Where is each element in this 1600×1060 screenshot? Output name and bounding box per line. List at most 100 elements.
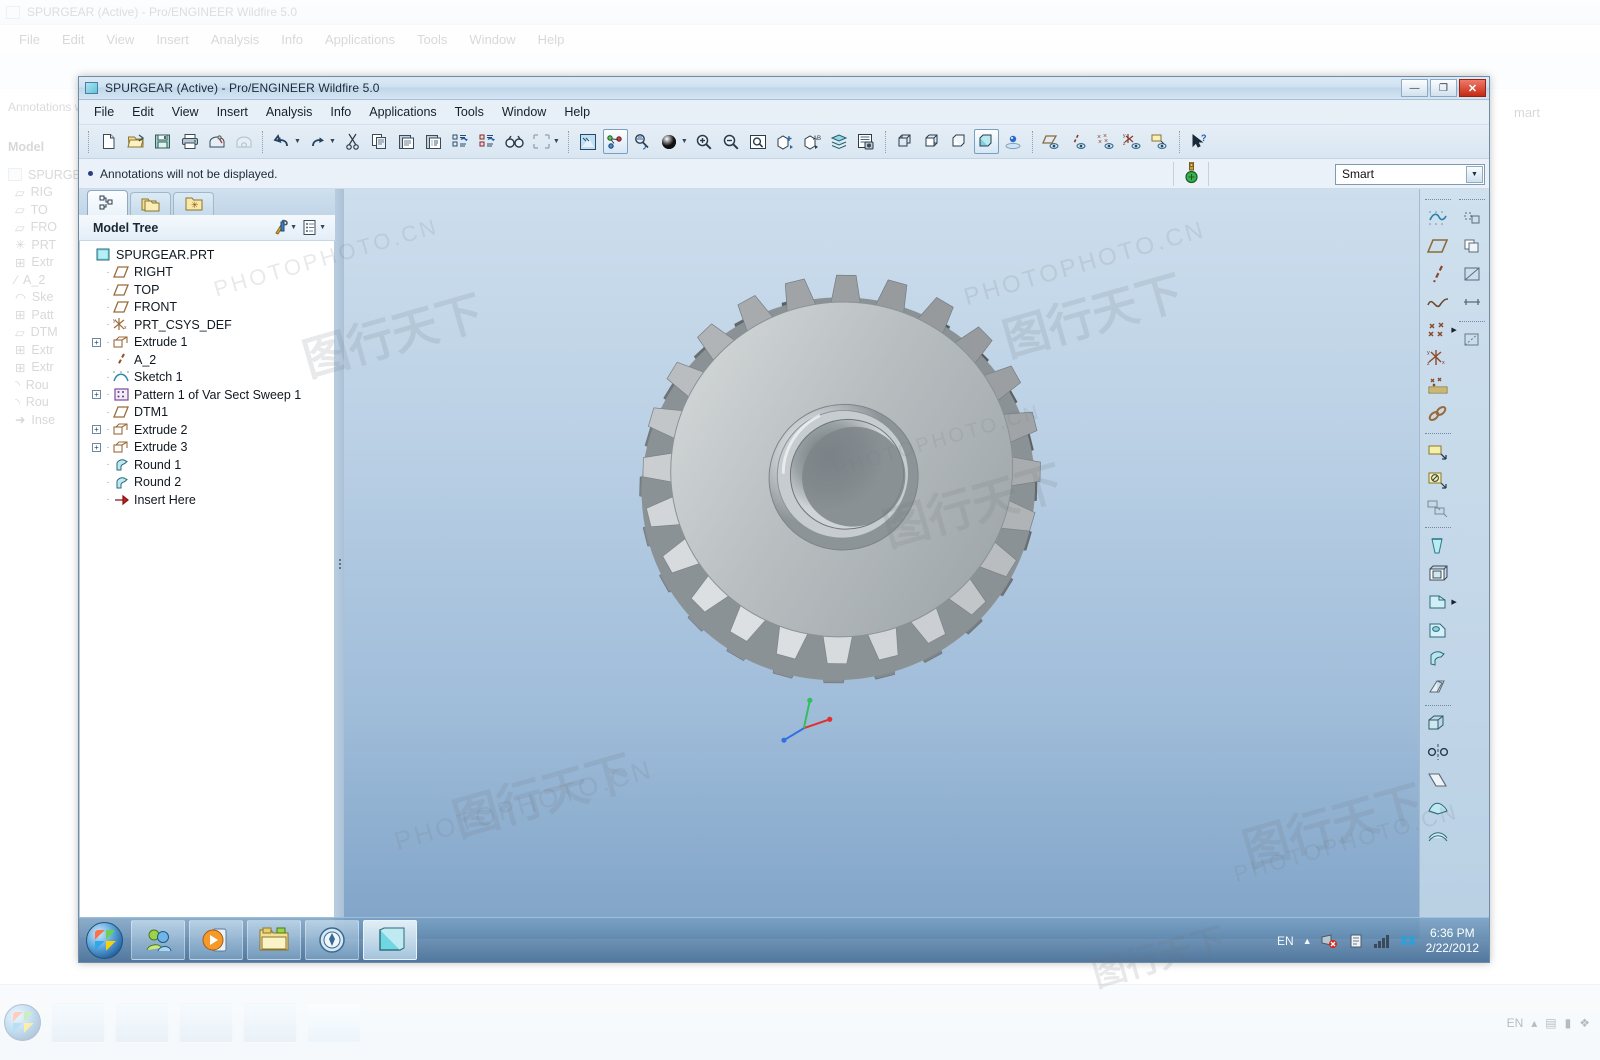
- copy-icon[interactable]: [367, 129, 392, 154]
- datum-point-icon[interactable]: ▶: [1425, 317, 1457, 343]
- menu-view[interactable]: View: [163, 102, 208, 122]
- regenerate-manual-icon[interactable]: [475, 129, 500, 154]
- menu-window[interactable]: Window: [493, 102, 555, 122]
- tab-model-tree[interactable]: [87, 190, 128, 215]
- datum-curve-icon[interactable]: [1425, 289, 1451, 315]
- help-context-icon[interactable]: ?: [1187, 129, 1212, 154]
- datum-csys-icon[interactable]: yz x: [1425, 345, 1451, 371]
- display-shading-icon[interactable]: [973, 129, 999, 154]
- taskbar-item-proengineer[interactable]: [363, 920, 417, 960]
- menu-info[interactable]: Info: [321, 102, 360, 122]
- menu-help[interactable]: Help: [555, 102, 599, 122]
- merge-icon[interactable]: [1425, 795, 1451, 821]
- paste-special-icon[interactable]: [421, 129, 446, 154]
- send-mail-icon[interactable]: [204, 129, 229, 154]
- tree-filters-icon[interactable]: [273, 219, 290, 236]
- datum-plane-display-icon[interactable]: [1040, 129, 1065, 154]
- send-link-icon[interactable]: [231, 129, 256, 154]
- tree-item-insert-here[interactable]: · Insert Here: [84, 491, 334, 509]
- display-no-hidden-icon[interactable]: [947, 129, 972, 154]
- chevron-right-icon[interactable]: ▶: [1451, 598, 1456, 606]
- section-icon[interactable]: [1459, 261, 1485, 287]
- datum-axis-icon[interactable]: [1425, 261, 1451, 287]
- find-icon[interactable]: [502, 129, 527, 154]
- tree-item-spurgear-prt[interactable]: SPURGEAR.PRT: [84, 246, 334, 264]
- desktop-tray-network-icon[interactable]: ▤: [1545, 1016, 1556, 1030]
- extrude-icon[interactable]: [1425, 439, 1451, 465]
- menu-tools[interactable]: Tools: [446, 102, 493, 122]
- zoom-out-icon[interactable]: [719, 129, 744, 154]
- repaint-icon[interactable]: [746, 129, 771, 154]
- spur-gear-3d-model[interactable]: [344, 189, 1419, 939]
- expand-toggle-icon[interactable]: +: [92, 337, 101, 347]
- taskbar-item-explorer[interactable]: [247, 920, 301, 960]
- chevron-right-icon[interactable]: ▶: [1451, 326, 1456, 334]
- redo-caret-icon[interactable]: ▼: [329, 138, 336, 145]
- sketch-icon[interactable]: [1425, 205, 1451, 231]
- menu-edit[interactable]: Edit: [123, 102, 163, 122]
- display-hidden-line-icon[interactable]: [920, 129, 945, 154]
- desktop-task-5[interactable]: [307, 1002, 361, 1043]
- desktop-task-2[interactable]: [115, 1002, 169, 1043]
- model-player-icon[interactable]: [854, 129, 879, 154]
- tree-item-front[interactable]: · FRONT: [84, 299, 334, 317]
- undo-caret-icon[interactable]: ▼: [294, 138, 301, 145]
- draft-icon[interactable]: [1425, 533, 1451, 559]
- datum-plane-icon[interactable]: [1425, 233, 1451, 259]
- taskbar-item-browser[interactable]: [305, 920, 359, 960]
- tray-language[interactable]: EN: [1277, 934, 1294, 948]
- chevron-down-icon[interactable]: ▼: [1466, 165, 1483, 183]
- tree-item-extrude-2[interactable]: + · Extrude 2: [84, 421, 334, 439]
- display-wireframe-icon[interactable]: [893, 129, 918, 154]
- tree-item-a-2[interactable]: · A_2: [84, 351, 334, 369]
- measure-icon[interactable]: [1459, 289, 1485, 315]
- tree-item-round-2[interactable]: · Round 2: [84, 474, 334, 492]
- tree-item-top[interactable]: · TOP: [84, 281, 334, 299]
- curve-edit-icon[interactable]: [1459, 327, 1485, 353]
- layers-display-icon[interactable]: [576, 129, 601, 154]
- annotation-display-icon[interactable]: [1148, 129, 1173, 154]
- desktop-taskbar[interactable]: EN ▴ ▤ ▮ ❖: [0, 984, 1600, 1060]
- desktop-tray-language[interactable]: EN: [1507, 1016, 1524, 1030]
- menu-applications[interactable]: Applications: [360, 102, 445, 122]
- copy-paste-icon[interactable]: [1459, 233, 1485, 259]
- shading-icon[interactable]: [657, 129, 682, 154]
- tray-show-hidden-icon[interactable]: ▲: [1303, 936, 1312, 946]
- desktop-tray-expand-icon[interactable]: ▴: [1531, 1016, 1537, 1030]
- tree-item-pattern-1-of-var-sect-sweep-1[interactable]: + · Pattern 1 of Var Sect Sweep 1: [84, 386, 334, 404]
- datum-point-display-icon[interactable]: × × × ×: [1094, 129, 1119, 154]
- group-icon[interactable]: [1459, 205, 1485, 231]
- desktop-start-orb[interactable]: [4, 1004, 41, 1041]
- tree-columns-caret-icon[interactable]: ▼: [319, 224, 326, 231]
- window-titlebar[interactable]: SPURGEAR (Active) - Pro/ENGINEER Wildfir…: [79, 77, 1489, 100]
- selection-filter-select[interactable]: Smart ▼: [1335, 163, 1485, 185]
- shading-caret-icon[interactable]: ▼: [681, 138, 688, 145]
- annotation-icon[interactable]: AB: [800, 129, 825, 154]
- tree-item-prt-csys-def[interactable]: · x y PRT_CSYS_DEF: [84, 316, 334, 334]
- tree-item-extrude-1[interactable]: + · Extrude 1: [84, 334, 334, 352]
- tree-item-round-1[interactable]: · Round 1: [84, 456, 334, 474]
- tree-item-sketch-1[interactable]: · Sketch 1: [84, 369, 334, 387]
- zoom-in-icon[interactable]: [692, 129, 717, 154]
- shell-icon[interactable]: [1425, 561, 1451, 587]
- pattern-icon[interactable]: [1425, 711, 1451, 737]
- refit-icon[interactable]: [630, 129, 655, 154]
- clock[interactable]: 6:36 PM 2/22/2012: [1426, 926, 1479, 956]
- taskbar-item-messenger[interactable]: [131, 920, 185, 960]
- select-box-icon[interactable]: [529, 129, 554, 154]
- select-box-caret-icon[interactable]: ▼: [553, 138, 560, 145]
- signal-bars-icon[interactable]: [1373, 933, 1390, 949]
- redo-icon[interactable]: [305, 129, 330, 154]
- minimize-button[interactable]: —: [1401, 79, 1428, 97]
- spin-center-icon[interactable]: [1001, 129, 1026, 154]
- model-tree[interactable]: SPURGEAR.PRT · RIGHT · TOP · FRONT · x y PRT_CSYS_…: [79, 241, 335, 939]
- datum-csys-display-icon[interactable]: yz: [1121, 129, 1146, 154]
- desktop-tray-signal-icon[interactable]: ▮: [1565, 1016, 1572, 1030]
- tree-item-right[interactable]: · RIGHT: [84, 264, 334, 282]
- rib-icon[interactable]: ▶: [1425, 589, 1457, 615]
- action-center-icon[interactable]: [1348, 933, 1364, 949]
- save-icon[interactable]: [150, 129, 175, 154]
- undo-icon[interactable]: [270, 129, 295, 154]
- expand-toggle-icon[interactable]: +: [92, 442, 101, 452]
- datum-axis-display-icon[interactable]: [1067, 129, 1092, 154]
